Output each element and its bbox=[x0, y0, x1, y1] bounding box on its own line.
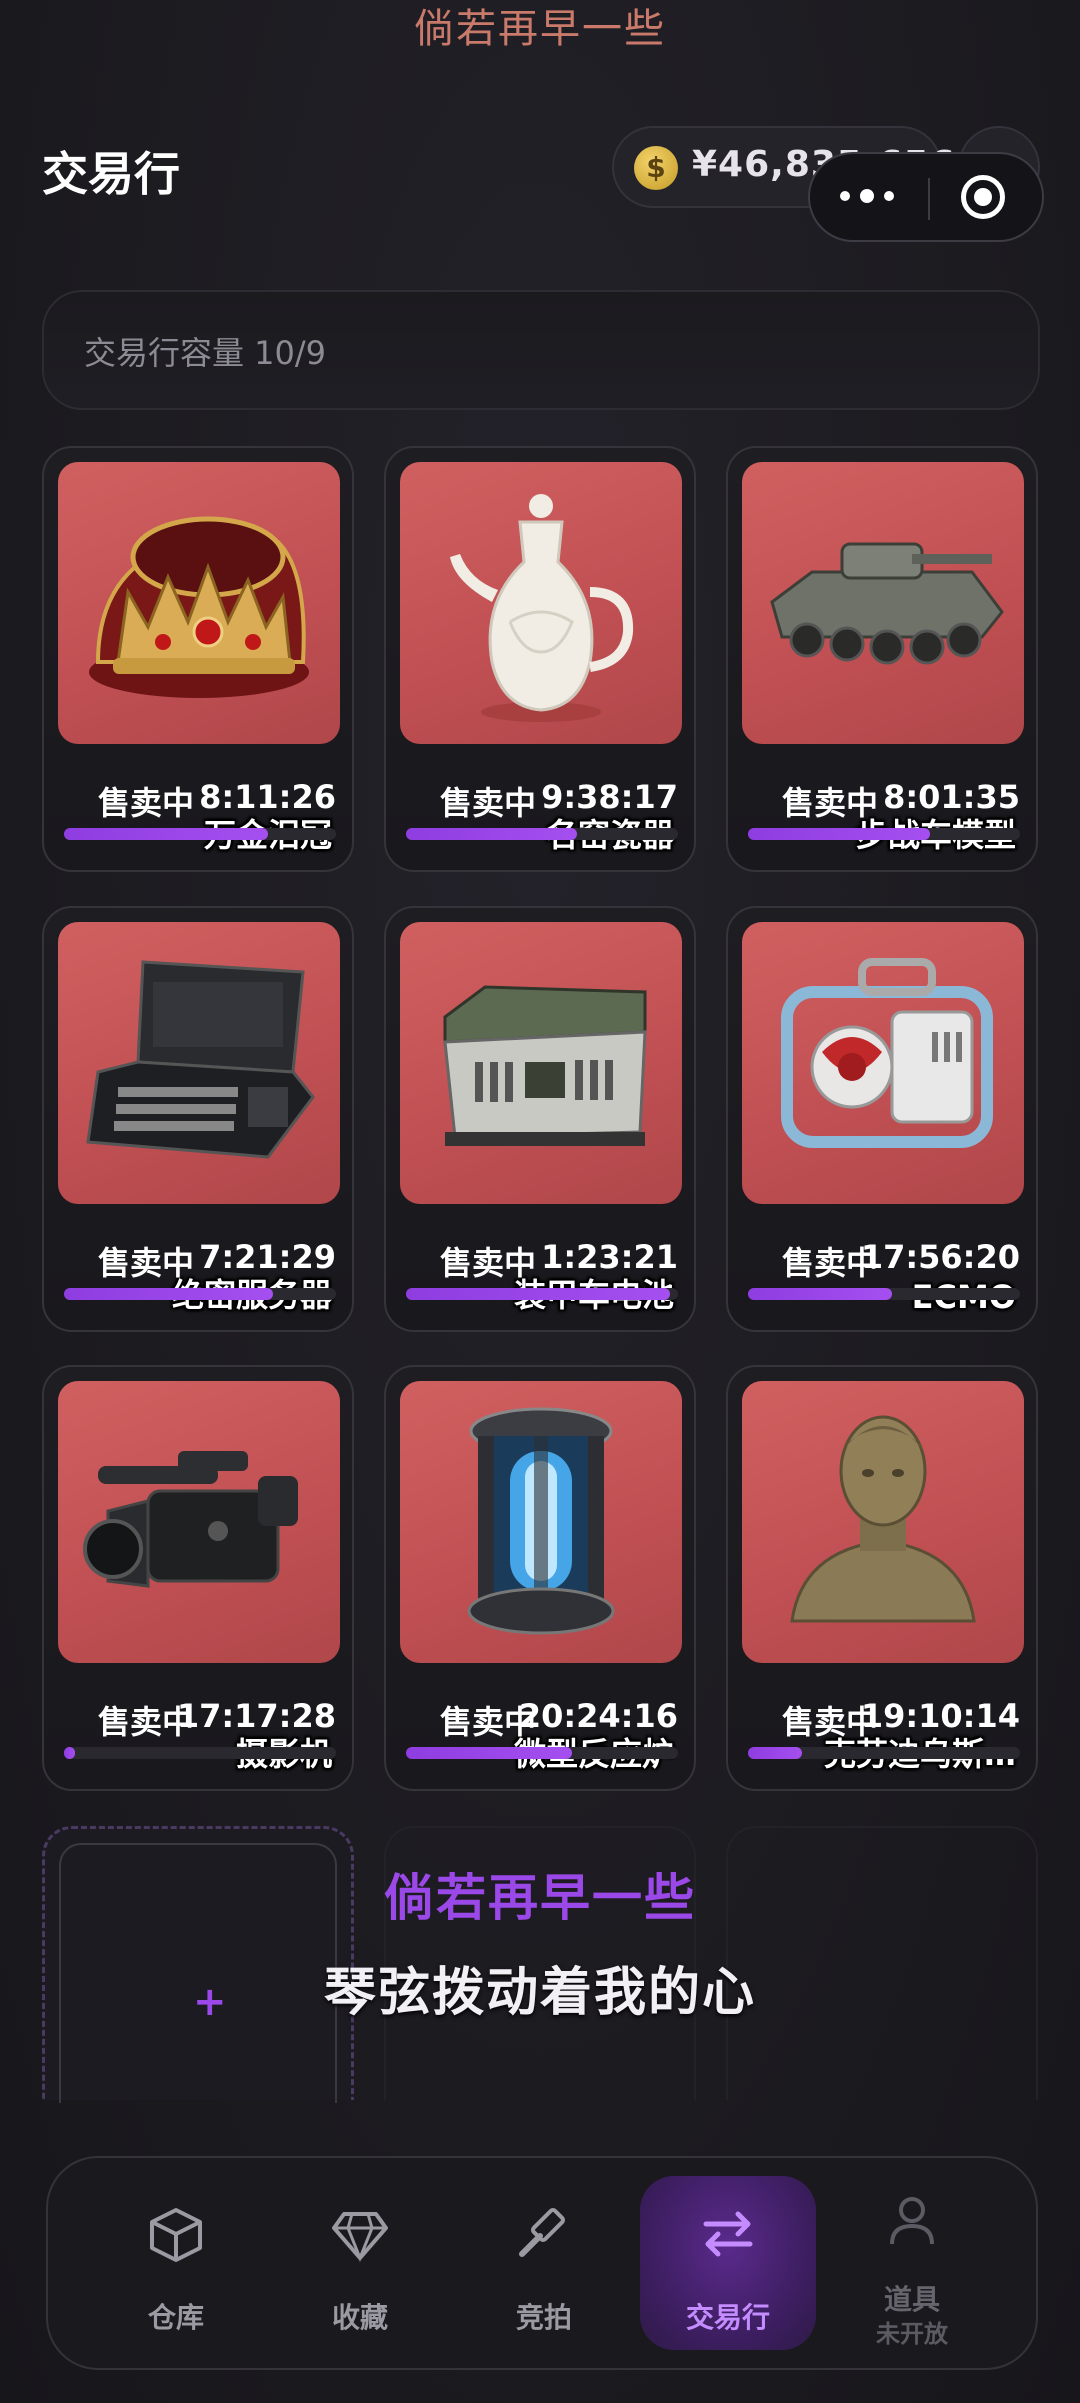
capacity-bar: 交易行容量 10/9 bbox=[42, 290, 1040, 410]
countdown-timer: 1:23:21 bbox=[541, 1238, 678, 1276]
progress-fill bbox=[748, 1288, 893, 1300]
progress-fill bbox=[406, 828, 578, 840]
progress-fill bbox=[64, 1747, 75, 1759]
progress-bar bbox=[64, 1288, 336, 1300]
tab-collection[interactable]: 收藏 bbox=[272, 2176, 448, 2350]
tab-sublabel: 未开放 bbox=[876, 2320, 948, 2348]
more-icon[interactable] bbox=[840, 176, 930, 216]
tank-model-icon bbox=[742, 462, 1024, 744]
status-label: 售卖中 bbox=[440, 1244, 537, 1282]
countdown-timer: 20:24:16 bbox=[518, 1697, 678, 1735]
countdown-timer: 19:10:14 bbox=[860, 1697, 1020, 1735]
progress-bar bbox=[748, 828, 1020, 840]
close-miniprogram-icon[interactable] bbox=[961, 175, 1005, 219]
tab-label: 收藏 bbox=[331, 2301, 388, 2334]
listing-card[interactable]: 绝密服务器 售卖中 7:21:29 bbox=[42, 906, 354, 1332]
swap-arrows-icon bbox=[703, 2211, 753, 2257]
tab-trading[interactable]: 交易行 bbox=[640, 2176, 816, 2350]
progress-bar bbox=[406, 1288, 678, 1300]
progress-bar bbox=[64, 828, 336, 840]
listing-card[interactable]: 摄影机 售卖中 17:17:28 bbox=[42, 1365, 354, 1791]
listing-card[interactable]: 万金泪冠 售卖中 8:11:26 bbox=[42, 446, 354, 872]
capacity-label: 交易行容量 10/9 bbox=[84, 334, 327, 372]
progress-fill bbox=[406, 1747, 572, 1759]
tab-auction[interactable]: 竞拍 bbox=[456, 2176, 632, 2350]
countdown-timer: 8:01:35 bbox=[883, 778, 1020, 816]
server-case-icon bbox=[58, 922, 340, 1204]
listing-card[interactable]: ECMO 售卖中 17:56:20 bbox=[726, 906, 1038, 1332]
status-label: 售卖中 bbox=[98, 784, 195, 822]
tab-items-disabled[interactable]: 道具 未开放 bbox=[824, 2176, 1000, 2350]
listing-card[interactable]: 克劳迪乌斯… 售卖中 19:10:14 bbox=[726, 1365, 1038, 1791]
listing-card[interactable]: 装甲车电池 售卖中 1:23:21 bbox=[384, 906, 696, 1332]
tab-label: 仓库 bbox=[147, 2301, 204, 2334]
progress-fill bbox=[64, 828, 268, 840]
lyric-line-2: 琴弦拨动着我的心 bbox=[323, 1963, 756, 2023]
status-label: 售卖中 bbox=[782, 784, 879, 822]
progress-bar bbox=[748, 1747, 1020, 1759]
progress-bar bbox=[748, 1288, 1020, 1300]
tab-label: 交易行 bbox=[685, 2301, 770, 2334]
coin-icon: $ bbox=[634, 146, 678, 190]
battery-crate-icon bbox=[400, 922, 682, 1204]
crown-icon bbox=[58, 462, 340, 744]
lyric-line-1: 倘若再早一些 bbox=[384, 1869, 696, 1927]
listing-card[interactable]: 名窑瓷器 售卖中 9:38:17 bbox=[384, 446, 696, 872]
progress-bar bbox=[406, 1747, 678, 1759]
box-icon bbox=[150, 2208, 202, 2262]
ecmo-machine-icon bbox=[742, 922, 1024, 1204]
countdown-timer: 17:56:20 bbox=[860, 1238, 1020, 1276]
person-icon bbox=[890, 2197, 934, 2245]
countdown-timer: 8:11:26 bbox=[199, 778, 336, 816]
progress-fill bbox=[64, 1288, 274, 1300]
capsule-divider bbox=[928, 178, 930, 220]
countdown-timer: 9:38:17 bbox=[541, 778, 678, 816]
porcelain-ewer-icon bbox=[400, 462, 682, 744]
status-label: 售卖中 bbox=[98, 1244, 195, 1282]
progress-bar bbox=[406, 828, 678, 840]
lyric-overlay-top: 倘若再早一些 bbox=[414, 6, 666, 52]
listing-card[interactable]: 步战车模型 售卖中 8:01:35 bbox=[726, 446, 1038, 872]
listing-card[interactable]: 微型反应炉 售卖中 20:24:16 bbox=[384, 1365, 696, 1791]
tab-label: 道具 bbox=[883, 2283, 940, 2316]
progress-fill bbox=[406, 1288, 670, 1300]
bust-statue-icon bbox=[742, 1381, 1024, 1663]
reactor-icon bbox=[400, 1381, 682, 1663]
tab-label: 竞拍 bbox=[515, 2301, 572, 2334]
bottom-tab-bar: 仓库 收藏 竞拍 交易行 道具 未开放 bbox=[46, 2156, 1038, 2370]
tab-warehouse[interactable]: 仓库 bbox=[88, 2176, 264, 2350]
miniprogram-capsule bbox=[808, 152, 1044, 242]
gavel-icon bbox=[519, 2207, 566, 2257]
diamond-icon bbox=[332, 2212, 388, 2263]
countdown-timer: 7:21:29 bbox=[199, 1238, 336, 1276]
progress-fill bbox=[748, 1747, 803, 1759]
video-camera-icon bbox=[58, 1381, 340, 1663]
page-title: 交易行 bbox=[42, 147, 180, 201]
progress-fill bbox=[748, 828, 931, 840]
countdown-timer: 17:17:28 bbox=[176, 1697, 336, 1735]
progress-bar bbox=[64, 1747, 336, 1759]
status-label: 售卖中 bbox=[440, 784, 537, 822]
